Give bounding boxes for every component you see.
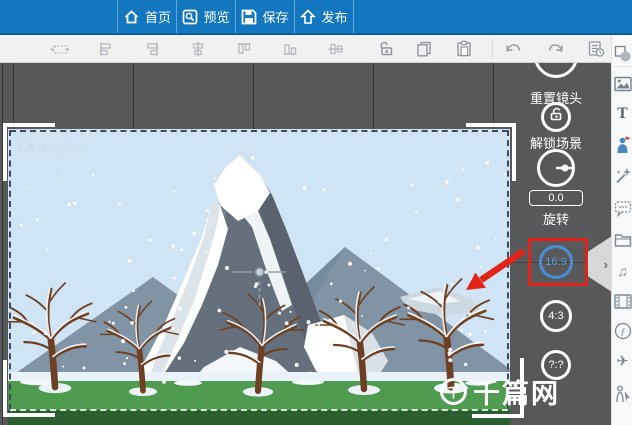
music-icon[interactable]: ♫ [613, 261, 632, 281]
panel-collapse-flap[interactable]: › [588, 236, 611, 292]
preview-icon [182, 9, 198, 25]
main-menu: 首页 预览 保存 发布 [117, 0, 354, 33]
history-icon[interactable] [587, 40, 605, 58]
character-icon[interactable] [613, 135, 632, 155]
align-left-icon[interactable] [97, 40, 115, 58]
airplane-icon[interactable]: ✈ [613, 351, 632, 371]
annotation-red-box [528, 238, 588, 286]
watermark-logo: 千 [440, 378, 467, 405]
paste-icon[interactable] [455, 40, 473, 58]
publish-icon [300, 9, 316, 25]
folder-icon[interactable] [613, 230, 632, 250]
camera-icon [18, 140, 35, 155]
rotate-value-box[interactable]: 0.0 [529, 190, 583, 206]
watermark: 千 千篇网 [440, 372, 560, 411]
redo-icon[interactable] [547, 40, 565, 58]
camera-corner-bracket[interactable] [3, 360, 55, 417]
rotate-dial[interactable] [537, 149, 575, 187]
watermark-text: 千篇网 [473, 372, 560, 411]
copy-icon[interactable] [415, 40, 433, 58]
app-window: 首页 预览 保存 发布 [0, 0, 632, 425]
menu-item-publish[interactable]: 发布 [295, 0, 353, 33]
shapes-icon[interactable] [613, 44, 632, 64]
unlock-icon[interactable] [377, 40, 395, 58]
camera-tool-icon[interactable] [534, 63, 578, 78]
align-top-icon[interactable] [235, 40, 253, 58]
align-center-horizontal-icon[interactable] [189, 40, 207, 58]
save-icon [241, 9, 257, 25]
formula-icon[interactable]: ƒ [613, 321, 632, 341]
svg-text:ƒ: ƒ [620, 326, 626, 338]
magic-wand-icon[interactable] [613, 166, 632, 186]
home-icon [123, 9, 140, 25]
speech-bubble-icon[interactable] [613, 198, 632, 218]
right-tool-strip: T ♫ ƒ ✈ [611, 35, 632, 425]
menu-item-home[interactable]: 首页 [118, 0, 176, 33]
gesture-icon[interactable] [613, 384, 632, 404]
workspace: 默认镜头 重置镜头 解锁场景 0.0 旋转 › 16:9 4:3 ?:? 千 千… [0, 63, 611, 425]
edit-toolbar [0, 35, 611, 63]
unlock-scene-button[interactable] [541, 102, 571, 132]
rotate-label: 旋转 [509, 209, 603, 228]
text-icon[interactable]: T [613, 104, 632, 124]
menu-label: 预览 [203, 7, 229, 26]
scene-canvas[interactable] [8, 129, 510, 425]
camera-bound-top [10, 130, 508, 132]
menu-item-preview[interactable]: 预览 [177, 0, 235, 33]
camera-label: 默认镜头 [18, 139, 89, 156]
top-menu-bar: 首页 预览 保存 发布 [0, 0, 632, 35]
menu-label: 保存 [262, 7, 288, 26]
menu-item-save[interactable]: 保存 [236, 0, 294, 33]
image-icon[interactable] [613, 74, 632, 94]
menu-label: 发布 [321, 7, 347, 26]
strip-divider [612, 66, 632, 67]
undo-icon[interactable] [504, 40, 522, 58]
align-middle-vertical-icon[interactable] [327, 40, 345, 58]
ratio-button-4-3[interactable]: 4:3 [540, 300, 572, 332]
camera-corner-bracket[interactable] [466, 123, 516, 181]
menu-label: 首页 [145, 7, 171, 26]
align-right-icon[interactable] [143, 40, 161, 58]
camera-bound-bottom [10, 409, 508, 411]
unlock-scene-icon [549, 107, 564, 127]
chevron-right-icon: › [604, 257, 611, 272]
toolbar-divider [492, 39, 493, 59]
align-bottom-icon[interactable] [281, 40, 299, 58]
marquee-select-icon[interactable] [51, 40, 69, 58]
menu-divider [353, 0, 354, 33]
video-icon[interactable] [613, 291, 632, 311]
